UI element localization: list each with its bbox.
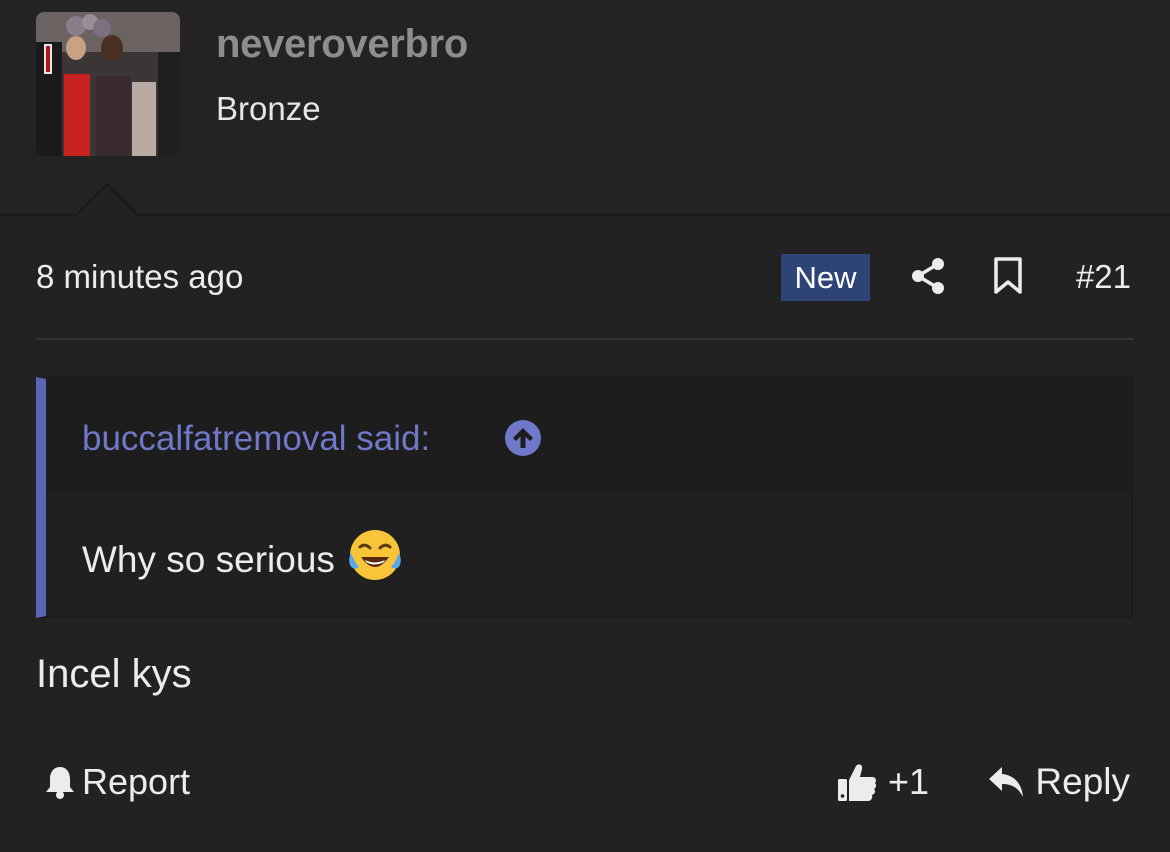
forum-post: neveroverbro Bronze 8 minutes ago New #2… [0, 0, 1170, 852]
bell-icon [46, 767, 74, 799]
post-body-text: Incel kys [36, 652, 192, 696]
thumbs-up-icon [838, 764, 877, 801]
quote-author[interactable]: buccalfatremoval said: [82, 419, 430, 459]
bookmark-icon[interactable] [993, 257, 1023, 295]
reaction-count: +1 [888, 761, 930, 802]
avatar-photo [36, 12, 180, 156]
new-badge: New [781, 254, 870, 301]
report-button[interactable]: Report [44, 760, 190, 804]
user-rank-title: Bronze [216, 90, 321, 127]
reply-label: Reply [1035, 761, 1130, 802]
post-meta-row: 8 minutes ago New #21 [36, 240, 1134, 340]
arrow-up-circle-icon[interactable] [504, 419, 542, 457]
header-pointer-arrow [74, 183, 140, 217]
quote-block: buccalfatremoval said: Why so serious [36, 377, 1133, 618]
user-avatar[interactable] [36, 12, 180, 156]
post-user-header: neveroverbro Bronze [0, 0, 1170, 217]
post-number-link[interactable]: #21 [1076, 258, 1131, 296]
report-label: Report [82, 761, 191, 802]
like-button[interactable]: +1 [836, 760, 929, 804]
share-icon[interactable] [910, 257, 946, 295]
quote-text: Why so serious [82, 539, 335, 580]
reply-arrow-icon [989, 767, 1024, 797]
username[interactable]: neveroverbro [216, 22, 468, 67]
post-timestamp[interactable]: 8 minutes ago [36, 258, 243, 296]
reply-button[interactable]: Reply [987, 760, 1130, 804]
laughing-tears-emoji-icon [349, 530, 401, 581]
quote-text-line: Why so serious [82, 530, 403, 583]
